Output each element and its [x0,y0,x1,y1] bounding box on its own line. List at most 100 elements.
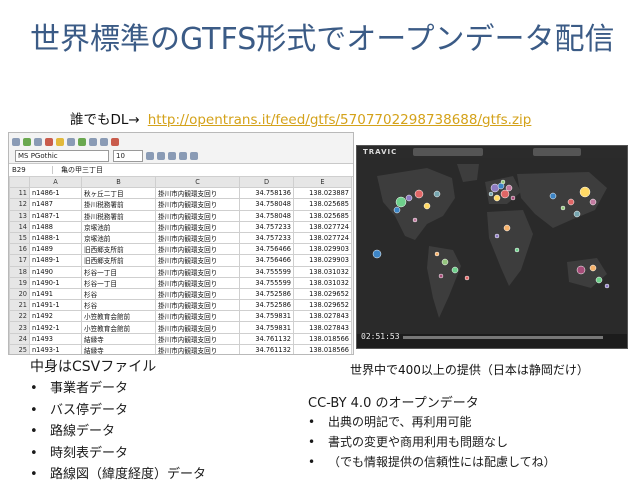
table-cell[interactable]: 138.031032 [293,265,352,278]
table-cell[interactable]: 掛川市内観環支回り [155,220,240,233]
feed-marker[interactable] [414,189,424,199]
table-cell[interactable]: 138.029903 [293,243,352,256]
table-cell[interactable]: 掛川市内観環支回り [155,332,240,345]
underline-icon[interactable] [168,152,176,160]
column-header[interactable]: A [29,175,82,189]
table-cell[interactable]: n1488 [29,220,82,233]
table-cell[interactable]: n1486-1 [29,187,82,200]
paste-icon[interactable] [78,138,86,146]
row-number[interactable]: 18 [9,265,30,278]
world-map[interactable] [357,158,627,334]
table-cell[interactable]: 掛川税務署前 [81,209,156,222]
table-cell[interactable]: 138.018566 [293,343,352,354]
table-cell[interactable]: 138.023887 [293,187,352,200]
row-number[interactable]: 22 [9,310,30,323]
table-cell[interactable]: 小笠教育会館前 [81,321,156,334]
feed-marker[interactable] [395,196,407,208]
feed-marker[interactable] [490,183,500,193]
row-number[interactable]: 12 [9,198,30,211]
table-cell[interactable]: 34.757233 [239,231,294,245]
row-number[interactable]: 24 [9,332,30,345]
table-cell[interactable]: 掛川市内観環支回り [155,243,240,256]
table-cell[interactable]: 34.758048 [239,209,294,222]
table-cell[interactable]: 34.761132 [239,332,294,345]
table-cell[interactable]: 34.755599 [239,276,294,289]
table-cell[interactable]: n1489 [29,243,82,256]
feed-marker[interactable] [433,190,441,198]
table-cell[interactable]: 34.759831 [239,321,294,334]
feed-marker[interactable] [488,191,494,197]
table-cell[interactable]: n1487-1 [29,209,82,222]
table-cell[interactable]: 34.758136 [239,187,294,200]
undo-icon[interactable] [89,138,97,146]
table-cell[interactable]: 掛川市内観環支回り [155,287,240,301]
table-cell[interactable]: 138.027724 [293,231,352,245]
feed-marker[interactable] [412,217,418,223]
feed-marker[interactable] [372,249,382,259]
table-cell[interactable]: 杉谷 [81,299,156,312]
table-cell[interactable]: 34.756466 [239,243,294,256]
row-number[interactable]: 25 [9,343,30,354]
download-link[interactable]: http://opentrans.it/feed/gtfs/5707702298… [148,112,532,128]
timeline-slider[interactable] [403,336,603,339]
feed-marker[interactable] [579,186,591,198]
table-cell[interactable]: 34.752586 [239,287,294,301]
row-number[interactable]: 23 [9,321,30,334]
table-cell[interactable]: 34.758048 [239,198,294,211]
print-icon[interactable] [45,138,53,146]
table-cell[interactable]: 秋ヶ丘二丁目 [81,187,156,200]
table-cell[interactable]: 結縁寺 [81,343,156,354]
table-cell[interactable]: n1487 [29,198,82,211]
feed-marker[interactable] [589,264,597,272]
table-cell[interactable]: 掛川市内観環支回り [155,198,240,211]
table-cell[interactable]: n1492-1 [29,321,82,334]
table-cell[interactable]: 旧西郷支所前 [81,254,156,267]
feed-marker[interactable] [560,205,566,211]
table-cell[interactable]: 掛川市内観環支回り [155,343,240,354]
feed-marker[interactable] [549,192,557,200]
feed-marker[interactable] [510,195,516,201]
feed-marker[interactable] [423,202,431,210]
bold-icon[interactable] [146,152,154,160]
column-header[interactable]: B [81,175,156,189]
row-number[interactable]: 11 [9,187,30,200]
table-cell[interactable]: 杉谷 [81,287,156,301]
table-cell[interactable]: 138.025685 [293,209,352,222]
table-cell[interactable]: 掛川市内観環支回り [155,231,240,245]
row-number[interactable]: 16 [9,243,30,256]
table-cell[interactable]: n1492 [29,310,82,323]
table-cell[interactable]: 掛川市内観環支回り [155,187,240,200]
table-cell[interactable]: 京塚池前 [81,220,156,233]
row-number[interactable]: 15 [9,231,30,245]
feed-marker[interactable] [464,275,470,281]
column-header[interactable]: C [155,175,240,189]
table-cell[interactable]: 34.757233 [239,220,294,233]
row-number[interactable]: 13 [9,209,30,222]
table-cell[interactable]: 掛川市内観環支回り [155,209,240,222]
formula-input[interactable]: 亀の甲三丁目 [53,165,103,175]
row-number[interactable]: 21 [9,299,30,312]
feed-marker[interactable] [573,210,581,218]
table-cell[interactable]: 掛川市内観環支回り [155,276,240,289]
feed-marker[interactable] [405,194,413,202]
table-cell[interactable]: 34.752586 [239,299,294,312]
feed-marker[interactable] [503,224,511,232]
table-cell[interactable]: n1493 [29,332,82,345]
save-icon[interactable] [34,138,42,146]
table-cell[interactable]: 旧西郷支所前 [81,243,156,256]
cut-icon[interactable] [56,138,64,146]
feed-marker[interactable] [500,179,506,185]
open-file-icon[interactable] [23,138,31,146]
feed-marker[interactable] [604,283,610,289]
align-left-icon[interactable] [179,152,187,160]
row-number[interactable]: 20 [9,287,30,301]
map-menu[interactable] [533,148,581,156]
table-cell[interactable]: n1489-1 [29,254,82,267]
feed-marker[interactable] [434,251,440,257]
table-cell[interactable]: n1493-1 [29,343,82,354]
table-cell[interactable]: 138.029652 [293,287,352,301]
table-cell[interactable]: n1490 [29,265,82,278]
feed-marker[interactable] [589,198,597,206]
table-cell[interactable]: 138.027724 [293,220,352,233]
row-number[interactable]: 19 [9,276,30,289]
